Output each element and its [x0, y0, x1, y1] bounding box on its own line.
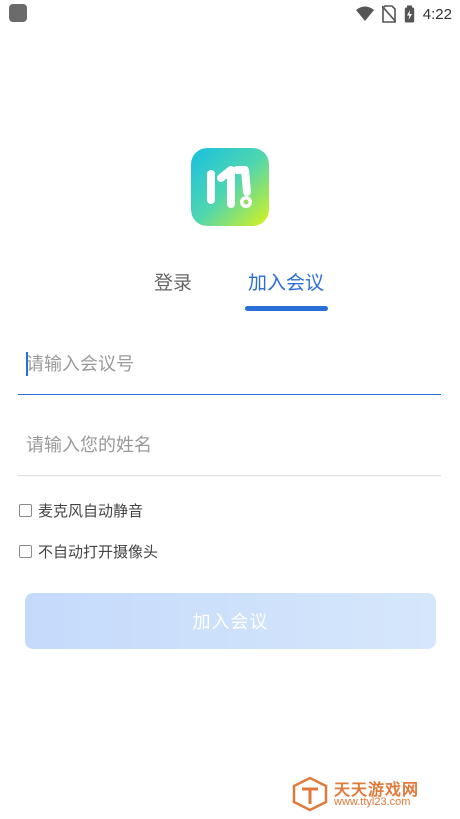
join-button-label: 加入会议 — [192, 612, 269, 633]
camera-off-option[interactable]: 不自动打开摄像头 — [19, 541, 158, 561]
mute-mic-label: 麦克风自动静音 — [38, 501, 144, 520]
active-tab-indicator — [245, 306, 328, 311]
name-input[interactable] — [18, 415, 441, 475]
app-logo — [191, 148, 269, 226]
mute-mic-checkbox[interactable] — [19, 503, 32, 517]
app-notification-icon — [9, 4, 27, 22]
name-field — [18, 415, 441, 476]
auth-tabs: 登录 加入会议 — [0, 268, 460, 318]
camera-off-label: 不自动打开摄像头 — [38, 542, 159, 561]
meeting-id-field — [18, 334, 441, 395]
watermark-url: www.ttyl23.com — [334, 796, 411, 808]
status-time: 4:22 — [422, 5, 452, 23]
wifi-icon — [355, 6, 374, 21]
no-sim-icon — [381, 5, 396, 23]
tab-join-meeting[interactable]: 加入会议 — [248, 268, 324, 295]
tab-login[interactable]: 登录 — [154, 268, 192, 295]
join-meeting-button[interactable]: 加入会议 — [25, 593, 436, 649]
mute-mic-option[interactable]: 麦克风自动静音 — [19, 500, 143, 520]
battery-charging-icon — [404, 5, 414, 23]
watermark-logo-icon — [292, 776, 328, 812]
meeting-id-input[interactable] — [18, 334, 441, 394]
status-bar: 4:22 — [0, 0, 460, 28]
text-cursor — [26, 352, 28, 376]
watermark: 天天游戏网 www.ttyl23.com — [292, 774, 452, 814]
status-icons: 4:22 — [355, 3, 452, 25]
camera-off-checkbox[interactable] — [19, 544, 32, 558]
